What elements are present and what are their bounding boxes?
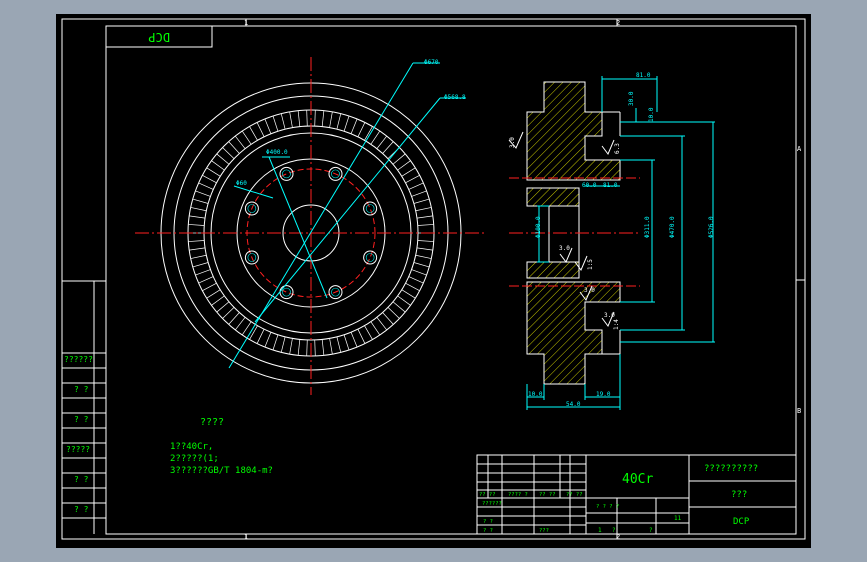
sheet-info: ?: [612, 527, 616, 534]
dim-400: Φ400.0: [266, 149, 288, 156]
dim-bottom-total: 54.0: [566, 401, 581, 408]
left-panel-label: ?????: [66, 445, 90, 454]
dim-670: Φ670: [424, 59, 439, 66]
dim-top-width: 81.0: [636, 72, 651, 79]
drawing-name: ??????????: [704, 464, 758, 474]
dim-60: Φ60: [236, 180, 247, 187]
dim-dia-mid2: Φ470.0: [669, 216, 676, 238]
left-panel-label: ? ?: [74, 475, 89, 484]
dim-bottom-right: 19.0: [596, 391, 611, 398]
rough-value: 6.3: [614, 143, 621, 154]
sign-label: ? ?: [483, 528, 493, 534]
company-label: DCP: [733, 517, 750, 527]
angle-right: 1:4: [613, 319, 620, 330]
cad-drawing-canvas: 1 2 1 2 A B DCP ?????? ? ? ? ? ????? ? ?…: [56, 14, 811, 548]
unit-label: ???: [731, 490, 747, 500]
rough-value: 3.0: [509, 137, 516, 148]
note-line: 2?????(1;: [170, 454, 219, 464]
row-label: ???? ?: [508, 492, 528, 498]
sheet-info: 11: [674, 515, 682, 522]
rough-value: 3.0: [584, 287, 595, 294]
sheet-info: ?: [649, 527, 653, 534]
row-label: ?? ??: [479, 492, 496, 498]
stamp-text: DCP: [148, 30, 170, 44]
sheet-info: 1: [598, 527, 602, 534]
notes-title: ????: [200, 417, 224, 428]
zone-label-top: 2: [616, 19, 620, 27]
zone-label-bottom-left: 1: [244, 533, 248, 541]
left-panel-label: ? ?: [74, 415, 89, 424]
left-panel-label: ? ?: [74, 505, 89, 514]
note-line: 1??40Cr,: [170, 442, 213, 452]
note-line: 3??????GB/T 1804-m?: [170, 466, 273, 476]
dim-bore2: 81.0: [603, 182, 618, 189]
dim-step1: 30.0: [628, 91, 635, 106]
rough-value: 3.0: [559, 245, 570, 252]
left-panel-label: ? ?: [74, 385, 89, 394]
scale-label: ? ? ? ?: [596, 504, 619, 510]
sign-label: ? ?: [483, 519, 493, 525]
dim-dia-small: Φ100.0: [535, 216, 542, 238]
rough-value: 3.0: [604, 312, 615, 319]
zone-label-right-bottom: B: [797, 407, 801, 415]
material: 40Cr: [622, 472, 653, 487]
angle-left: 1:5: [587, 259, 594, 270]
row-label: ??????: [482, 501, 502, 507]
dim-step2: 10.0: [648, 107, 655, 122]
row-label: ?? ??: [539, 492, 556, 498]
row-label: ?? ??: [566, 492, 583, 498]
dim-568: Φ568.8: [444, 94, 466, 101]
section-hub-top: [526, 187, 580, 207]
dim-bottom-left: 10.0: [528, 391, 543, 398]
dim-dia-mid: Φ311.0: [644, 216, 651, 238]
section-hub-bottom: [526, 261, 580, 279]
zone-label-top-left: 1: [244, 19, 248, 27]
dim-dia-large: Φ526.0: [708, 216, 715, 238]
dim-bore1: 60.0: [582, 182, 597, 189]
sign-label: ???: [539, 528, 549, 534]
left-panel-label: ??????: [64, 355, 93, 364]
